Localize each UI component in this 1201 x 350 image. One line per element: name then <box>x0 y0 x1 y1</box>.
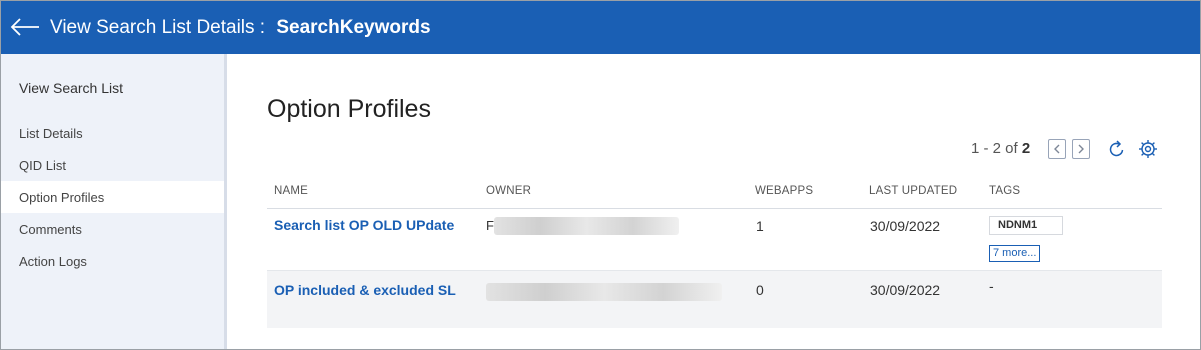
sidebar-item-label: Option Profiles <box>19 190 105 205</box>
tag-badge: NDNM1 <box>989 216 1063 235</box>
chevron-left-icon <box>1054 144 1060 154</box>
table-row[interactable]: OP included & excluded SL 0 30/09/2022 - <box>267 271 1162 328</box>
last-updated-date: 30/09/2022 <box>870 218 941 234</box>
page-header-title: View Search List Details : SearchKeyword… <box>50 17 431 39</box>
sidebar-title: View Search List <box>19 80 124 96</box>
sidebar-item-label: Action Logs <box>19 254 87 269</box>
header-title-prefix: View Search List Details : <box>50 17 266 38</box>
sidebar: View Search List List Details QID List O… <box>1 54 227 349</box>
sidebar-item-option-profiles[interactable]: Option Profiles <box>1 181 224 213</box>
gear-icon <box>1139 140 1157 158</box>
redacted-owner <box>494 217 679 235</box>
refresh-icon <box>1109 140 1124 157</box>
sidebar-item-comments[interactable]: Comments <box>1 213 224 245</box>
chevron-right-icon <box>1078 144 1084 154</box>
last-updated-date: 30/09/2022 <box>870 282 941 298</box>
window-frame: View Search List Details : SearchKeyword… <box>0 0 1201 350</box>
sidebar-item-qid-list[interactable]: QID List <box>1 149 224 181</box>
option-profile-name-link[interactable]: OP included & excluded SL <box>274 282 456 298</box>
page-title: Option Profiles <box>267 95 431 123</box>
tag-label: NDNM1 <box>998 219 1038 231</box>
column-header-tags[interactable]: TAGS <box>989 185 1020 197</box>
pagination-info: 1 - 2 of 2 <box>971 140 1030 157</box>
redacted-owner <box>486 283 722 301</box>
header-bar: View Search List Details : SearchKeyword… <box>1 1 1200 54</box>
column-header-webapps[interactable]: WEBAPPS <box>755 185 813 197</box>
sidebar-item-list-details[interactable]: List Details <box>1 117 224 149</box>
next-page-button[interactable] <box>1072 139 1090 159</box>
header-title-name: SearchKeywords <box>276 17 431 38</box>
pagination-total: 2 <box>1021 140 1031 157</box>
main-content: Option Profiles 1 - 2 of 2 NAME OWNER WE… <box>227 54 1200 349</box>
refresh-button[interactable] <box>1107 139 1127 164</box>
column-header-owner[interactable]: OWNER <box>486 185 531 197</box>
sidebar-item-action-logs[interactable]: Action Logs <box>1 245 224 277</box>
sidebar-item-label: Comments <box>19 222 82 237</box>
tags-empty-value: - <box>989 278 994 294</box>
sidebar-item-label: List Details <box>19 126 83 141</box>
option-profile-name-link[interactable]: Search list OP OLD UPdate <box>274 217 454 233</box>
owner-value: F <box>486 218 494 233</box>
back-button[interactable] <box>9 13 41 41</box>
table-row[interactable]: Search list OP OLD UPdate F 1 30/09/2022… <box>267 209 1162 271</box>
column-header-last-updated[interactable]: LAST UPDATED <box>869 185 957 197</box>
pagination-range: 1 - 2 of <box>971 140 1018 157</box>
webapps-count: 0 <box>756 282 764 298</box>
sidebar-item-label: QID List <box>19 158 66 173</box>
prev-page-button[interactable] <box>1048 139 1066 159</box>
arrow-left-icon <box>10 18 39 36</box>
settings-button[interactable] <box>1137 138 1159 165</box>
more-tags-link[interactable]: 7 more... <box>989 245 1041 262</box>
webapps-count: 1 <box>756 218 764 234</box>
column-header-name[interactable]: NAME <box>274 185 308 197</box>
